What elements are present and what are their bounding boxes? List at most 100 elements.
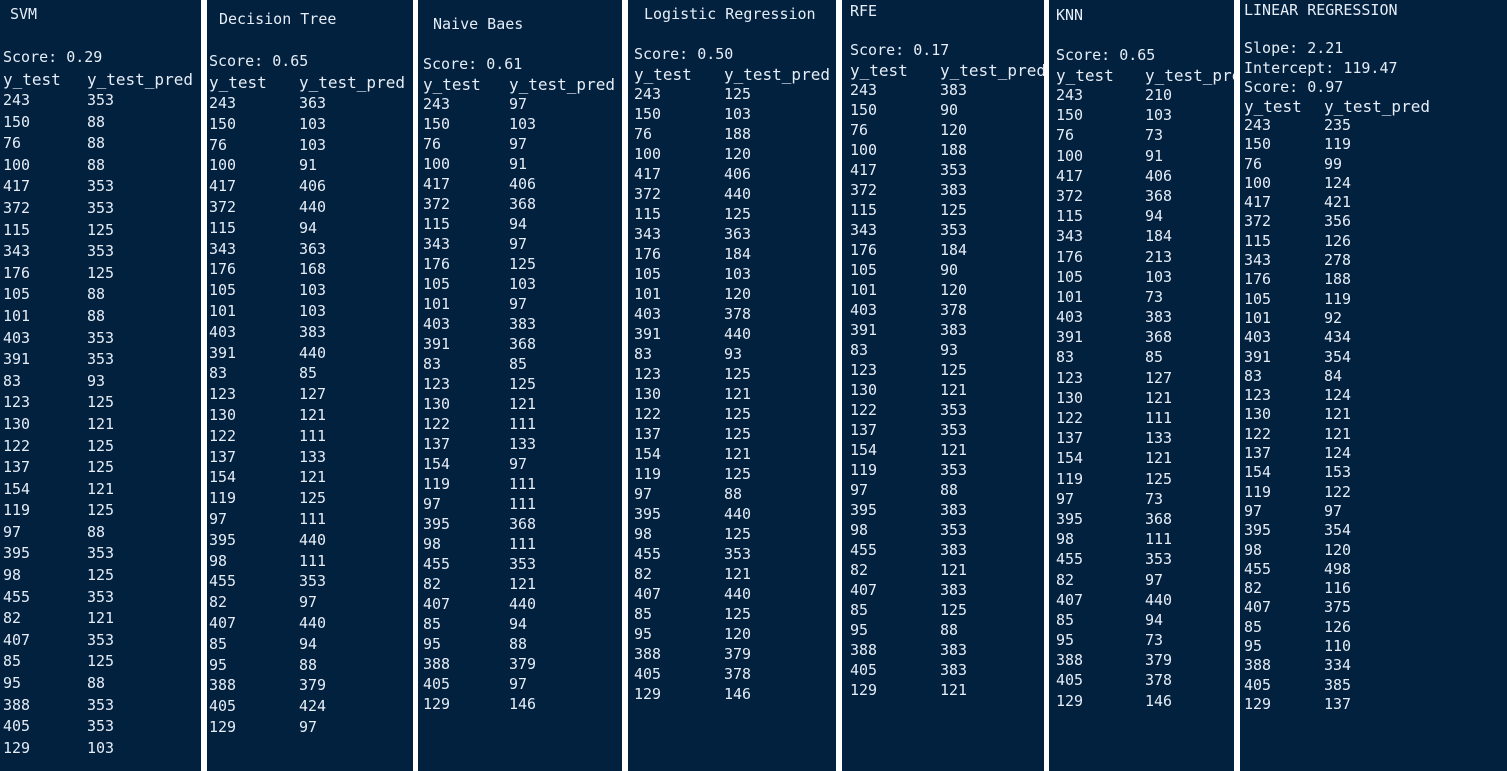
cell-y-test-pred: 84	[1324, 366, 1343, 385]
cell-y-test-pred: 88	[940, 481, 959, 499]
cell-y-test-pred: 383	[299, 322, 327, 341]
cell-y-test-pred: 94	[299, 218, 318, 237]
cell-y-test-pred: 121	[87, 609, 115, 628]
cell-y-test: 76	[1244, 154, 1263, 173]
cell-y-test-pred: 353	[724, 545, 752, 563]
table-row: 388 379	[207, 676, 413, 697]
cell-y-test: 405	[3, 717, 31, 736]
table-row: 85 94	[207, 635, 413, 656]
table-row: 115 125	[842, 201, 1044, 221]
table-row: 122 111	[1049, 409, 1234, 429]
cell-y-test-pred: 111	[299, 509, 327, 528]
cell-y-test: 129	[1056, 691, 1084, 710]
cell-y-test-pred: 103	[299, 114, 327, 133]
table-row: 343 184	[1049, 227, 1234, 247]
table-row: 98 125	[628, 525, 836, 545]
table-row: 405 424	[207, 697, 413, 718]
cell-y-test-pred: 125	[87, 566, 115, 585]
cell-y-test: 403	[423, 315, 451, 333]
table-row: 150 119	[1240, 135, 1507, 154]
cell-y-test: 95	[3, 674, 22, 693]
cell-y-test: 417	[1056, 166, 1084, 185]
cell-y-test-pred: 379	[509, 655, 537, 673]
cell-y-test-pred: 383	[940, 501, 968, 519]
table-row: 395 440	[628, 505, 836, 525]
cell-y-test-pred: 103	[299, 135, 327, 154]
cell-y-test-pred: 97	[299, 717, 318, 736]
cell-y-test-pred: 122	[1324, 482, 1352, 501]
cell-y-test: 83	[423, 355, 442, 373]
cell-y-test-pred: 94	[509, 615, 528, 633]
cell-y-test-pred: 120	[940, 281, 968, 299]
cell-y-test: 403	[1244, 328, 1272, 347]
model-metric: Intercept: 119.47	[1244, 58, 1398, 77]
table-row: 119 111	[418, 475, 622, 495]
cell-y-test: 76	[423, 135, 442, 153]
cell-y-test: 122	[1056, 409, 1084, 427]
cell-y-test-pred: 125	[87, 220, 115, 239]
cell-y-test: 105	[209, 281, 237, 300]
cell-y-test: 372	[209, 197, 237, 216]
results-panel-1: SVM Score: 0.29 y_test y_test_pred 243 353 150…	[0, 0, 201, 771]
cell-y-test: 115	[850, 201, 878, 219]
cell-y-test: 154	[850, 441, 878, 459]
cell-y-test-pred: 353	[940, 221, 968, 239]
cell-y-test-pred: 125	[87, 652, 115, 671]
cell-y-test: 417	[850, 161, 878, 179]
table-row: 85 125	[0, 652, 201, 674]
cell-y-test: 137	[1056, 429, 1084, 448]
table-row: 129 121	[842, 681, 1044, 701]
cell-y-test: 455	[850, 541, 878, 559]
table-row: 372 356	[1240, 212, 1507, 231]
cell-y-test-pred: 125	[724, 465, 752, 483]
cell-y-test-pred: 90	[940, 101, 959, 119]
table-row: 76 73	[1049, 126, 1234, 146]
cell-y-test: 105	[1244, 289, 1272, 308]
table-row: 137 133	[207, 448, 413, 469]
cell-y-test-pred: 97	[509, 455, 528, 473]
cell-y-test: 405	[423, 675, 451, 693]
cell-y-test-pred: 121	[299, 468, 327, 487]
table-row: 119 125	[1049, 470, 1234, 490]
table-row: 97 88	[842, 481, 1044, 501]
cell-y-test: 105	[3, 285, 31, 304]
cell-y-test-pred: 133	[299, 447, 327, 466]
cell-y-test-pred: 368	[509, 195, 537, 213]
model-metric: Score: 0.29	[3, 48, 103, 66]
cell-y-test-pred: 93	[724, 345, 743, 363]
cell-y-test: 176	[209, 260, 237, 279]
table-row: 243 97	[418, 95, 622, 115]
cell-y-test: 97	[1244, 501, 1263, 520]
table-row: 98 111	[207, 552, 413, 573]
cell-y-test-pred: 121	[1145, 449, 1173, 468]
cell-y-test: 83	[850, 341, 869, 359]
cell-y-test-pred: 97	[509, 235, 528, 253]
table-row: 243 383	[842, 81, 1044, 101]
cell-y-test-pred: 278	[1324, 251, 1352, 270]
table-row: 176 184	[628, 245, 836, 265]
header-y-test: y_test	[850, 61, 908, 80]
cell-y-test: 417	[1244, 193, 1272, 212]
cell-y-test-pred: 111	[509, 475, 537, 493]
results-panel-4: Logistic Regression Score: 0.50 y_test y_te…	[628, 0, 836, 771]
cell-y-test: 391	[850, 321, 878, 339]
table-row: 391 368	[1049, 328, 1234, 348]
cell-y-test-pred: 103	[1145, 106, 1173, 125]
cell-y-test: 85	[209, 634, 228, 653]
table-row: 129 146	[1049, 692, 1234, 712]
cell-y-test-pred: 124	[1324, 444, 1352, 463]
cell-y-test-pred: 125	[724, 525, 752, 543]
cell-y-test-pred: 125	[724, 425, 752, 443]
cell-y-test-pred: 406	[509, 175, 537, 193]
table-row: 130 121	[1240, 405, 1507, 424]
table-row: 83 85	[418, 355, 622, 375]
table-row: 395 368	[418, 515, 622, 535]
cell-y-test-pred: 126	[1324, 617, 1352, 636]
cell-y-test-pred: 385	[1324, 675, 1352, 694]
table-row: 388 353	[0, 696, 201, 718]
cell-y-test: 100	[3, 155, 31, 174]
cell-y-test-pred: 353	[87, 630, 115, 649]
cell-y-test: 395	[1244, 521, 1272, 540]
cell-y-test-pred: 121	[299, 405, 327, 424]
cell-y-test: 395	[1056, 509, 1084, 528]
